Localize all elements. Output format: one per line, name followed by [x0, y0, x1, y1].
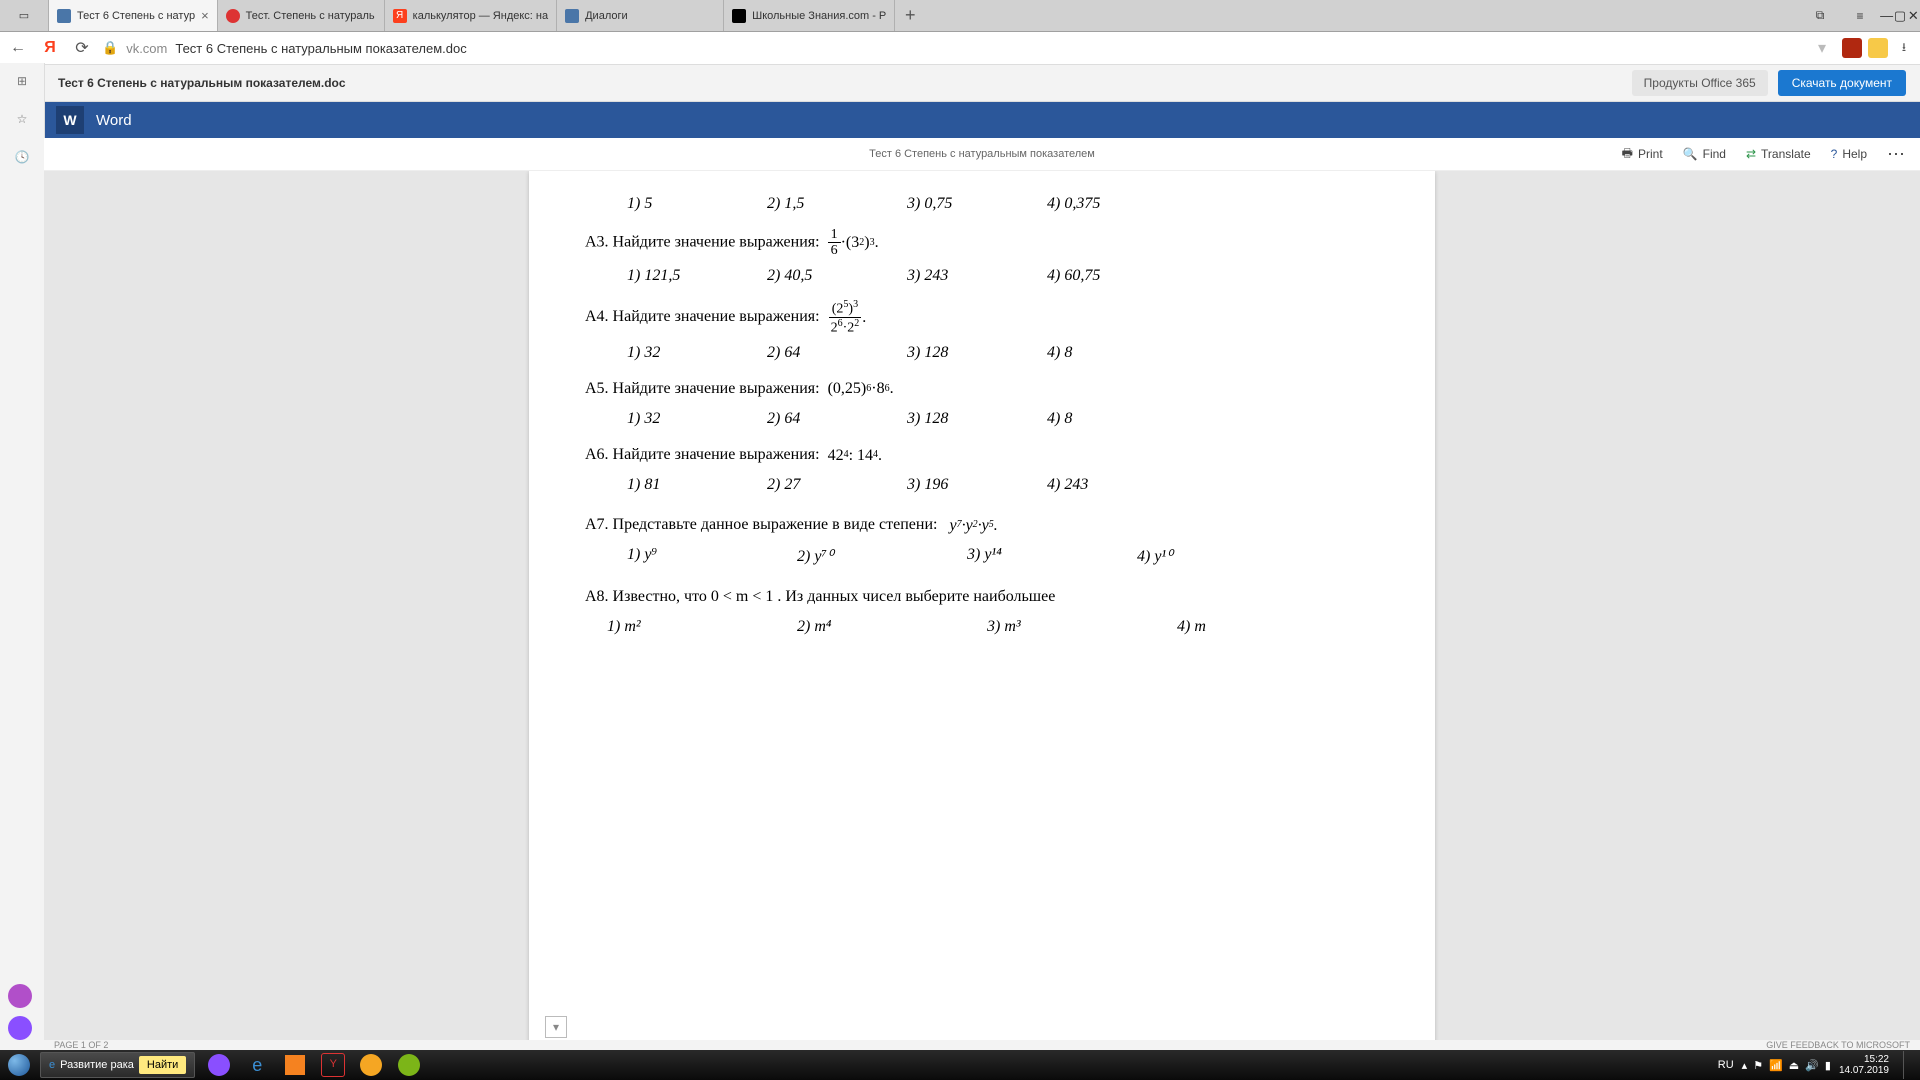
find-button[interactable]: 🔍Find [1683, 147, 1726, 161]
q4-answers: 1) 322) 643) 1284) 8 [627, 344, 1379, 362]
word-icon: W [56, 106, 84, 134]
help-button[interactable]: ?Help [1831, 147, 1867, 161]
tab-label: калькулятор — Яндекс: на [413, 10, 548, 22]
q6: А6. Найдите значение выражения: 424 : 14… [585, 442, 1379, 468]
q7-answers: 1) y⁹2) y⁷⁰3) y¹⁴4) y¹⁰ [627, 546, 1379, 566]
address-bar: ← Я ⟳ 🔒 vk.com Тест 6 Степень с натураль… [0, 32, 1920, 65]
office-bar: Тест 6 Степень с натуральным показателем… [44, 65, 1920, 102]
show-desktop[interactable] [1903, 1051, 1912, 1079]
yandex-button[interactable]: Я [38, 36, 62, 60]
app-yandex[interactable]: Y [315, 1052, 351, 1078]
translate-button[interactable]: ⇄Translate [1746, 147, 1811, 161]
clock[interactable]: 15:22 14.07.2019 [1839, 1054, 1889, 1076]
side-app-1[interactable] [8, 984, 32, 1008]
url-field[interactable]: 🔒 vk.com Тест 6 Степень с натуральным по… [102, 40, 1802, 56]
q4: А4. Найдите значение выражения: (25)326·… [585, 299, 1379, 336]
find-badge[interactable]: Найти [139, 1056, 186, 1074]
q3: А3. Найдите значение выражения: 16·(32)3… [585, 227, 1379, 259]
new-tab-button[interactable]: + [895, 0, 925, 31]
word-ribbon: W Word [44, 102, 1920, 138]
side-app-2[interactable] [8, 1016, 32, 1040]
lang-indicator[interactable]: RU [1718, 1059, 1734, 1071]
word-title: Word [96, 112, 132, 129]
app-media[interactable] [277, 1052, 313, 1078]
apps-icon[interactable]: ⊞ [12, 71, 32, 91]
star-icon[interactable]: ☆ [12, 109, 32, 129]
bookmark-icon[interactable]: ▾ [1810, 36, 1834, 60]
battery-icon[interactable]: ▮ [1825, 1059, 1831, 1072]
tab-1[interactable]: Тест. Степень с натураль [218, 0, 385, 31]
browser-sidebar: ⊞ ☆ 🕓 [0, 63, 45, 1050]
close-button[interactable]: ✕ [1907, 8, 1920, 24]
q8-answers: 1) m²2) m⁴3) m³4) m [607, 618, 1379, 636]
tab-0[interactable]: Тест 6 Степень с натур × [49, 0, 218, 31]
q5-answers: 1) 322) 643) 1284) 8 [627, 410, 1379, 428]
tab-2[interactable]: Я калькулятор — Яндекс: на [385, 0, 557, 31]
q8: А8. Известно, что 0 < m < 1 . Из данных … [585, 584, 1379, 610]
task-item-ie[interactable]: e Развитие рака Найти [40, 1052, 195, 1078]
bookmark-page-icon[interactable]: ▾ [545, 1016, 567, 1038]
app-ie[interactable]: e [239, 1052, 275, 1078]
print-button[interactable]: 🖶Print [1622, 144, 1663, 165]
taskbar: e Развитие рака Найти e Y RU ▴ ⚑ 📶 ⏏ 🔊 ▮… [0, 1050, 1920, 1080]
downloads-icon[interactable]: ⭳ [1894, 38, 1914, 58]
tab-4[interactable]: Школьные Знания.com - Р [724, 0, 895, 31]
document-area[interactable]: 1) 52) 1,53) 0,754) 0,375 А3. Найдите зн… [44, 171, 1920, 1054]
start-button[interactable] [0, 1050, 38, 1080]
close-icon[interactable]: × [201, 8, 209, 23]
print-icon: 🖶 [1622, 144, 1633, 165]
network-icon[interactable]: 📶 [1769, 1059, 1783, 1072]
volume-icon[interactable]: 🔊 [1805, 1059, 1819, 1072]
q7: А7. Представьте данное выражение в виде … [585, 512, 1379, 538]
viewer-toolbar: Тест 6 Степень с натуральным показателем… [44, 138, 1920, 171]
tab-label: Тест 6 Степень с натур [77, 10, 195, 22]
menu-icon[interactable]: ≡ [1840, 9, 1880, 23]
products-button[interactable]: Продукты Office 365 [1632, 70, 1768, 96]
ie-icon: e [49, 1059, 55, 1071]
tray-icons[interactable]: ▴ ⚑ 📶 ⏏ 🔊 ▮ [1742, 1059, 1831, 1072]
document-page: 1) 52) 1,53) 0,754) 0,375 А3. Найдите зн… [529, 171, 1435, 1054]
url-domain: vk.com [126, 41, 167, 56]
q3-answers: 1) 121,52) 40,53) 2434) 60,75 [627, 267, 1379, 285]
ext-2-icon[interactable] [1868, 38, 1888, 58]
ext-1-icon[interactable] [1842, 38, 1862, 58]
minimize-button[interactable]: — [1880, 8, 1893, 23]
download-button[interactable]: Скачать документ [1778, 70, 1906, 96]
search-icon: 🔍 [1683, 147, 1698, 161]
app-orange[interactable] [353, 1052, 389, 1078]
q6-answers: 1) 812) 273) 1964) 243 [627, 476, 1379, 494]
tab-label: Тест. Степень с натураль [246, 10, 375, 22]
q2-answers: 1) 52) 1,53) 0,754) 0,375 [627, 195, 1379, 213]
tab-label: Школьные Знания.com - Р [752, 10, 886, 22]
reload-button[interactable]: ⟳ [70, 36, 94, 60]
extensions-icon[interactable]: ⧉ [1800, 8, 1840, 23]
tab-label: Диалоги [585, 10, 628, 22]
url-path: Тест 6 Степень с натуральным показателем… [175, 41, 466, 56]
history-icon[interactable]: 🕓 [12, 147, 32, 167]
help-icon: ? [1831, 147, 1838, 161]
back-button[interactable]: ← [6, 36, 30, 60]
app-utorrent[interactable] [391, 1052, 427, 1078]
flag-icon[interactable]: ⚑ [1753, 1059, 1763, 1072]
more-button[interactable]: ⋯ [1887, 144, 1906, 165]
lock-icon: 🔒 [102, 40, 118, 56]
sidebar-toggle[interactable]: ▭ [0, 0, 49, 31]
tab-3[interactable]: Диалоги [557, 0, 724, 31]
usb-icon[interactable]: ⏏ [1789, 1059, 1799, 1072]
translate-icon: ⇄ [1746, 147, 1756, 161]
doc-title: Тест 6 Степень с натуральным показателем [869, 148, 1095, 160]
browser-tabs: ▭ Тест 6 Степень с натур × Тест. Степень… [0, 0, 1920, 32]
doc-name: Тест 6 Степень с натуральным показателем… [58, 76, 346, 90]
q5: А5. Найдите значение выражения: (0,25)6·… [585, 376, 1379, 402]
maximize-button[interactable]: ▢ [1893, 8, 1906, 24]
app-1[interactable] [201, 1052, 237, 1078]
tray-up-icon[interactable]: ▴ [1742, 1059, 1748, 1072]
